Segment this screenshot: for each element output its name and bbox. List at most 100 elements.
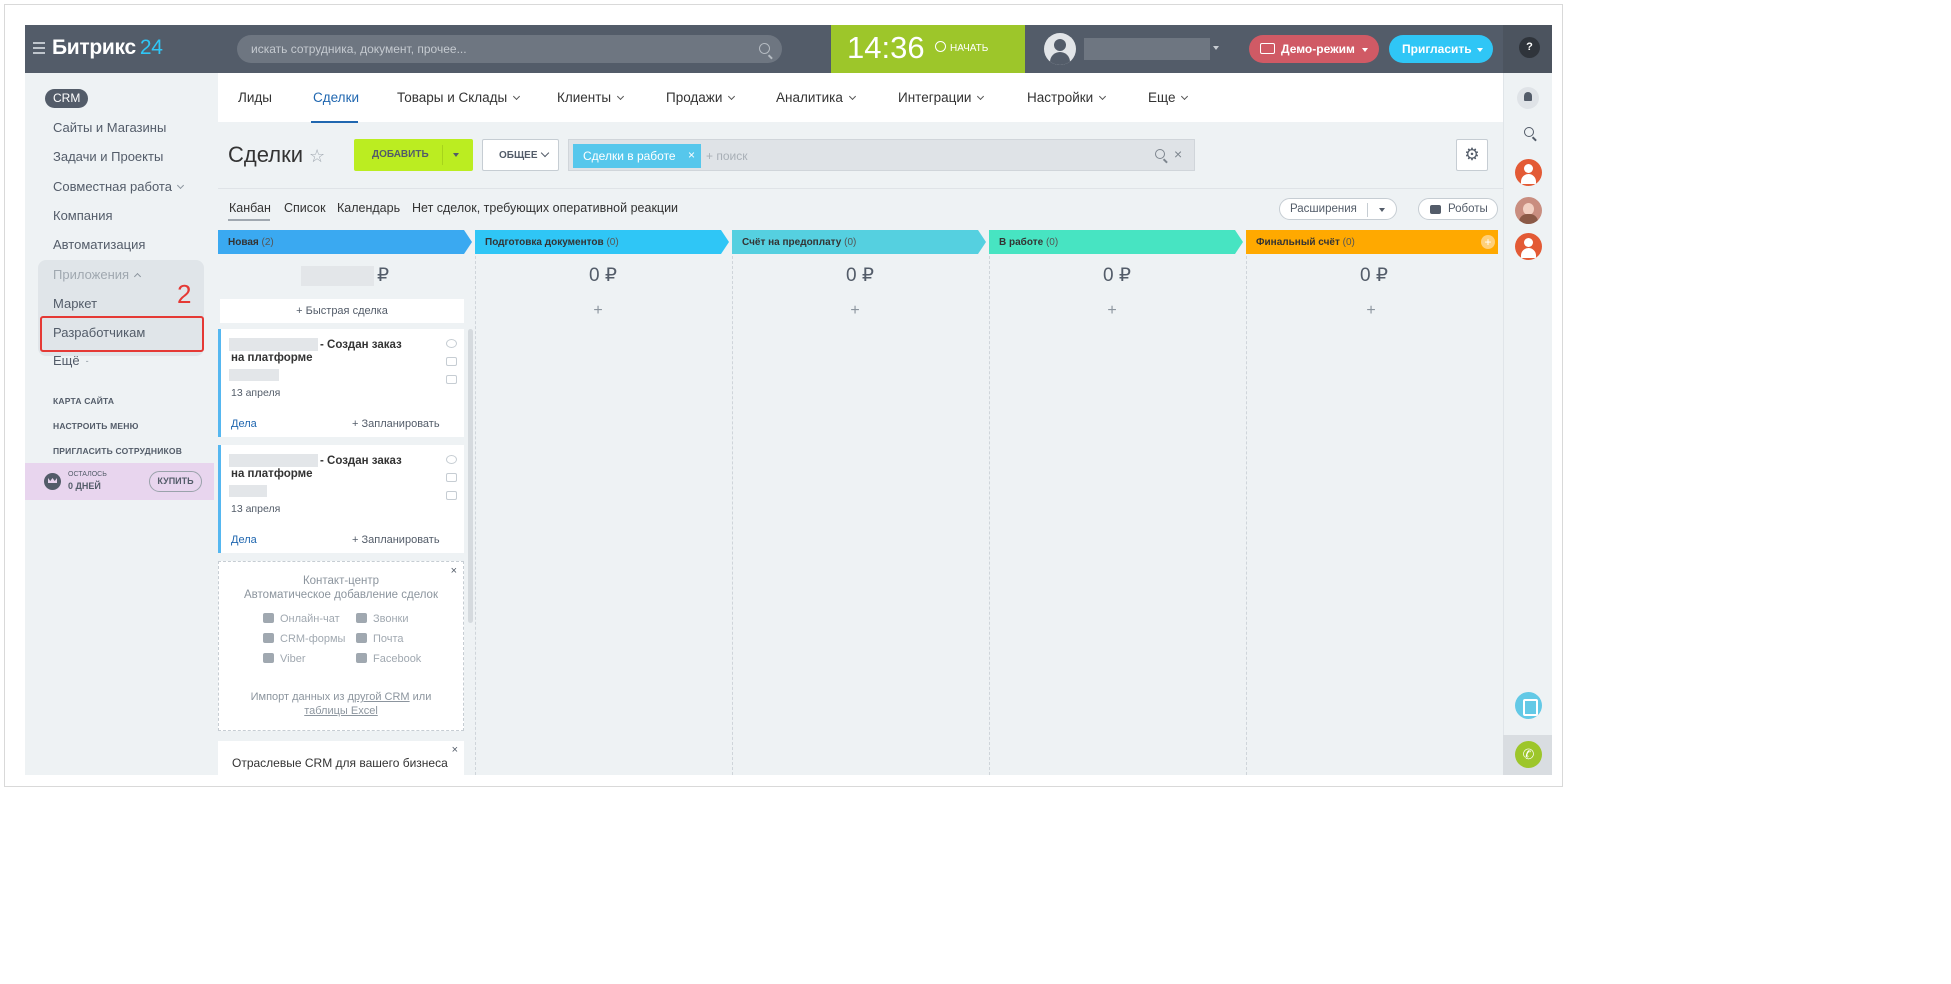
sidebar-item-more[interactable]: Ещё - (53, 353, 89, 368)
channel-calls[interactable]: Звонки (356, 613, 409, 625)
sidebar-item-tasks[interactable]: Задачи и Проекты (53, 149, 163, 164)
bell-icon[interactable] (1517, 87, 1539, 109)
start-workday-button[interactable]: НАЧАТЬ (935, 41, 988, 54)
kanban-column-header[interactable]: Подготовка документов (0) (475, 230, 729, 254)
add-column-icon[interactable]: + (1481, 235, 1495, 249)
filter-bar: Сделки в работе × × (568, 139, 1195, 171)
configure-menu-link[interactable]: НАСТРОИТЬ МЕНЮ (53, 421, 139, 431)
sidebar-item-crm[interactable]: CRM (45, 89, 89, 108)
tab-settings[interactable]: Настройки (1027, 90, 1107, 105)
user-menu-chevron-icon[interactable] (1213, 46, 1219, 50)
kanban-column-header[interactable]: Новая (2) (218, 230, 472, 254)
pipeline-select[interactable]: ОБЩЕЕ (482, 139, 559, 171)
view-tab-kanban[interactable]: Канбан (229, 201, 271, 215)
deal-card-plan[interactable]: + Запланировать (352, 534, 440, 546)
kanban-column-header[interactable]: В работе (0) (989, 230, 1243, 254)
extensions-button[interactable]: Расширения (1279, 198, 1397, 220)
sidebar-item-automation[interactable]: Автоматизация (53, 237, 145, 252)
close-icon[interactable]: × (452, 744, 458, 756)
annotation-highlight-box (40, 316, 204, 352)
channel-facebook[interactable]: Facebook (356, 653, 421, 665)
mail-icon[interactable] (446, 357, 457, 366)
tab-clients[interactable]: Клиенты (557, 90, 625, 105)
column-scrollbar[interactable] (468, 329, 473, 623)
user-name-blurred[interactable] (1084, 38, 1210, 60)
phone-icon[interactable]: ✆ (1515, 741, 1542, 768)
filter-search-input[interactable] (706, 144, 1126, 168)
tab-more[interactable]: Еще (1148, 90, 1189, 105)
buy-button[interactable]: КУПИТЬ (149, 471, 202, 492)
avatar[interactable] (1515, 197, 1542, 224)
phone-icon[interactable] (446, 455, 457, 464)
divider (442, 145, 443, 165)
deal-card-title[interactable]: - Создан заказ на платформе (231, 339, 416, 365)
deal-card-title[interactable]: - Создан заказ на платформе (231, 455, 416, 481)
add-deal-plus[interactable]: + (989, 302, 1235, 320)
logo[interactable]: Битрикс 24 (52, 36, 163, 60)
tab-products[interactable]: Товары и Склады (397, 90, 521, 105)
tab-integrations[interactable]: Интеграции (898, 90, 985, 105)
add-deal-plus[interactable]: + (1246, 302, 1496, 320)
mail-icon[interactable] (446, 473, 457, 482)
chat-icon[interactable] (446, 491, 457, 500)
search-icon[interactable] (759, 43, 770, 54)
clear-filter-icon[interactable]: × (1174, 146, 1182, 162)
filter-chip[interactable]: Сделки в работе × (573, 144, 701, 168)
sidebar-item-sites[interactable]: Сайты и Магазины (53, 120, 166, 135)
star-icon[interactable]: ☆ (309, 146, 325, 166)
channel-online-chat[interactable]: Онлайн-чат (263, 613, 340, 625)
column-separator (989, 256, 990, 775)
phone-icon[interactable] (446, 339, 457, 348)
add-deal-button[interactable]: ДОБАВИТЬ (354, 139, 473, 171)
close-icon[interactable]: × (688, 148, 695, 162)
quick-deal-button[interactable]: + Быстрая сделка (220, 299, 464, 323)
search-icon[interactable] (1524, 127, 1534, 137)
kanban-column-header[interactable]: Финальный счёт (0) + (1246, 230, 1498, 254)
chevron-down-icon (540, 148, 550, 158)
demo-mode-button[interactable]: Демо-режим (1249, 35, 1379, 63)
kanban-column-header[interactable]: Счёт на предоплату (0) (732, 230, 986, 254)
tab-leads[interactable]: Лиды (238, 90, 272, 105)
tab-sales[interactable]: Продажи (666, 90, 736, 105)
chevron-down-icon[interactable] (453, 153, 459, 157)
help-icon[interactable]: ? (1519, 37, 1540, 58)
view-tab-list[interactable]: Список (284, 201, 326, 215)
add-deal-plus[interactable]: + (732, 302, 978, 320)
tab-analytics[interactable]: Аналитика (776, 90, 856, 105)
workday-clock[interactable]: 14:36 НАЧАТЬ (831, 25, 1025, 73)
sidebar-item-market[interactable]: Маркет (53, 296, 97, 311)
global-search-input[interactable] (251, 35, 751, 63)
deal-card[interactable]: - Создан заказ на платформе 13 апреля Де… (218, 329, 464, 437)
industry-crm-title[interactable]: Отраслевые CRM для вашего бизнеса (232, 756, 448, 770)
sidebar-item-company[interactable]: Компания (53, 208, 113, 223)
import-text: Импорт данных из другой CRM или таблицы … (250, 691, 432, 717)
menu-burger-icon[interactable] (33, 42, 45, 54)
view-tab-urgent[interactable]: Нет сделок, требующих оперативной реакци… (412, 201, 678, 215)
avatar[interactable] (1515, 233, 1542, 260)
user-avatar[interactable] (1044, 33, 1076, 65)
search-icon[interactable] (1155, 149, 1165, 159)
robots-button[interactable]: Роботы (1418, 198, 1498, 220)
chat-icon[interactable] (446, 375, 457, 384)
add-deal-plus[interactable]: + (475, 302, 721, 320)
gear-icon[interactable]: ⚙ (1456, 139, 1488, 171)
sitemap-link[interactable]: КАРТА САЙТА (53, 396, 114, 406)
column-separator (1246, 256, 1247, 775)
deal-card-plan[interactable]: + Запланировать (352, 418, 440, 430)
sidebar-item-collaboration[interactable]: Совместная работа (53, 179, 184, 194)
tab-deals[interactable]: Сделки (313, 90, 359, 105)
channel-viber[interactable]: Viber (263, 653, 305, 665)
deal-card[interactable]: - Создан заказ на платформе 13 апреля Де… (218, 445, 464, 553)
deal-card-activities[interactable]: Дела (231, 418, 257, 430)
channel-crm-forms[interactable]: CRM-формы (263, 633, 345, 645)
import-crm-link[interactable]: другой CRM (348, 691, 410, 703)
open-lines-icon[interactable] (1515, 692, 1542, 719)
view-tab-calendar[interactable]: Календарь (337, 201, 400, 215)
deal-card-activities[interactable]: Дела (231, 534, 257, 546)
invite-button[interactable]: Пригласить (1389, 35, 1493, 63)
channel-mail[interactable]: Почта (356, 633, 404, 645)
avatar[interactable] (1515, 159, 1542, 186)
invite-employees-link[interactable]: ПРИГЛАСИТЬ СОТРУДНИКОВ (53, 446, 182, 456)
sidebar-item-apps[interactable]: Приложения (53, 267, 142, 282)
import-excel-link[interactable]: таблицы Excel (304, 705, 378, 717)
